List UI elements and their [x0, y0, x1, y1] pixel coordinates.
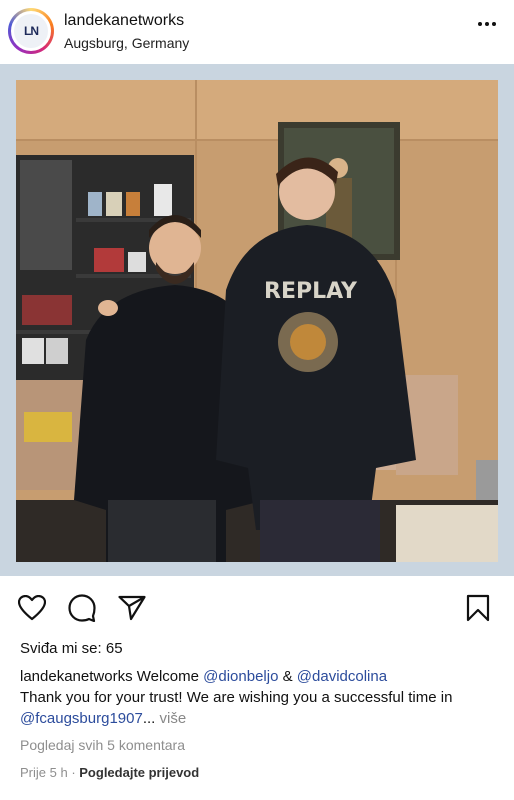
cushion [24, 412, 72, 442]
mention-link[interactable]: @davidcolina [297, 668, 387, 685]
more-dot [485, 22, 489, 26]
vase [154, 184, 172, 216]
post-time: Prije 5 h [20, 765, 68, 780]
post-image-frame: REPLAY [0, 64, 514, 576]
send-icon-svg [118, 595, 146, 621]
bookmark-icon-svg [466, 594, 490, 622]
person-left-jeans [108, 500, 216, 562]
post-meta: Prije 5 h · Pogledajte prijevod [20, 765, 199, 780]
avatar-logo: LN [14, 14, 48, 48]
comment-icon[interactable] [66, 592, 98, 624]
wood-panel-top [16, 80, 498, 140]
book [106, 192, 122, 216]
hoodie-tiger-face [290, 324, 326, 360]
caption: landekanetworks Welcome @dionbeljo & @da… [20, 666, 500, 729]
location[interactable]: Augsburg, Germany [64, 35, 189, 51]
glass-door [20, 160, 72, 270]
heart-icon-svg [18, 595, 46, 621]
post-header: LN landekanetworks Augsburg, Germany [0, 0, 514, 64]
view-all-comments-link[interactable]: Pogledaj svih 5 komentara [20, 737, 185, 753]
mention-link[interactable]: @dionbeljo [203, 668, 278, 685]
picture-frame [22, 338, 44, 364]
heart-icon[interactable] [16, 592, 48, 624]
books [94, 248, 124, 272]
meta-separator: · [67, 765, 80, 780]
avatar[interactable]: LN [8, 8, 54, 54]
comment-icon-svg [68, 594, 96, 622]
mention-link[interactable]: @fcaugsburg1907 [20, 710, 143, 727]
more-dot [492, 22, 496, 26]
caption-text: Thank you for your trust! We are wishing… [20, 689, 453, 706]
book [126, 192, 140, 216]
translate-link[interactable]: Pogledajte prijevod [79, 765, 199, 780]
person-right-pants [260, 500, 380, 562]
photo-frame-small [128, 252, 146, 272]
hoodie-print-text: REPLAY [264, 279, 358, 304]
action-bar [0, 588, 514, 628]
avatar-border: LN [11, 11, 51, 51]
rug [396, 505, 498, 562]
caption-ellipsis: ... [142, 710, 160, 727]
username[interactable]: landekanetworks [64, 12, 184, 30]
likes-count[interactable]: Sviđa mi se: 65 [20, 640, 123, 657]
books [22, 295, 72, 325]
caption-text: Welcome [132, 668, 204, 685]
post-photo-illustration: REPLAY [16, 80, 498, 562]
hand-on-shoulder [98, 300, 118, 316]
caption-more-link[interactable]: više [159, 710, 186, 727]
caption-username[interactable]: landekanetworks [20, 668, 133, 685]
bookmark-icon[interactable] [462, 592, 494, 624]
book [88, 192, 102, 216]
picture-frame [46, 338, 68, 364]
more-dot [478, 22, 482, 26]
post-image[interactable]: REPLAY [16, 80, 498, 562]
more-horizontal-icon[interactable] [478, 22, 496, 26]
caption-text: & [278, 668, 297, 685]
send-icon[interactable] [116, 592, 148, 624]
